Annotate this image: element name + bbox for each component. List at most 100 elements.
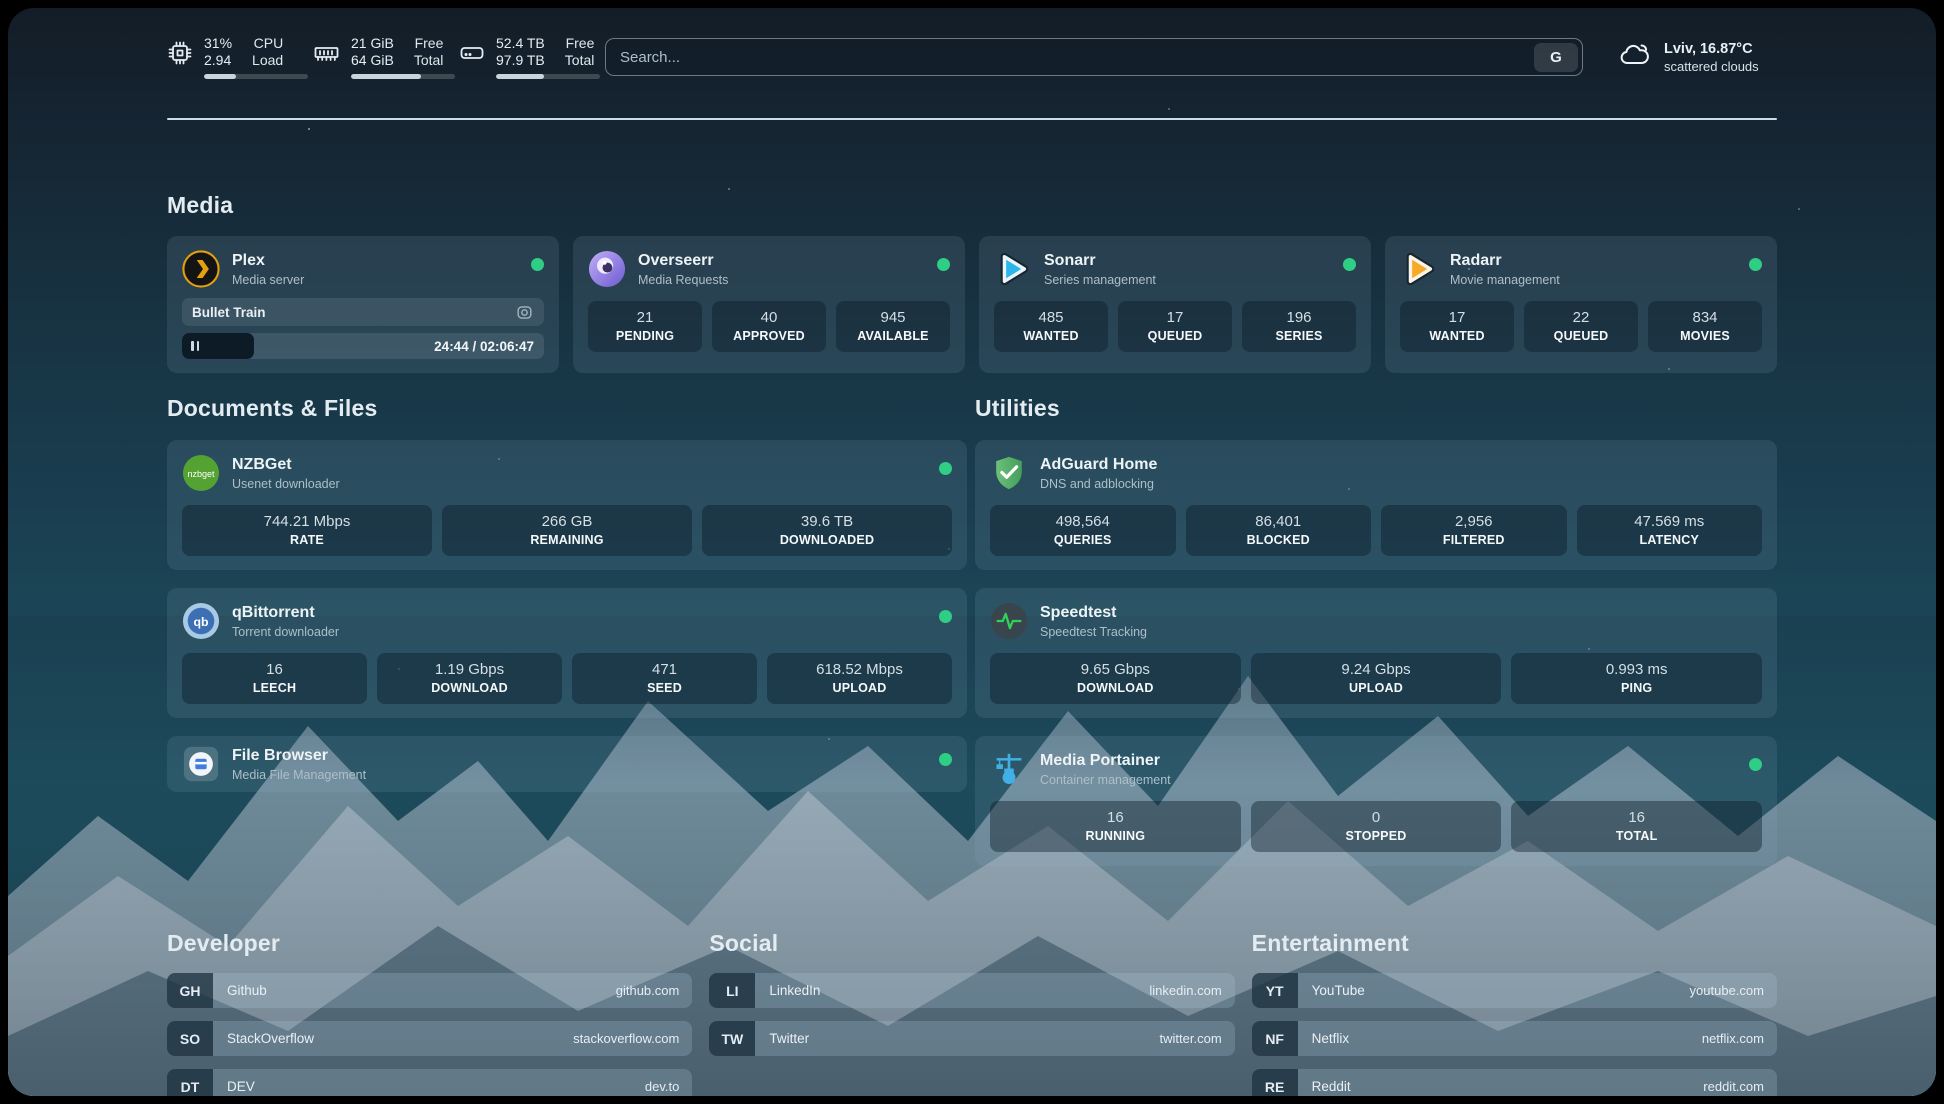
- stat-stopped: 0 STOPPED: [1251, 801, 1502, 852]
- service-title: Media Portainer: [1040, 751, 1737, 771]
- radarr-card[interactable]: Radarr Movie management 17 WANTED 22 QUE…: [1385, 236, 1777, 373]
- stat-download: 1.19 Gbps DOWNLOAD: [377, 653, 562, 704]
- stat-ping: 0.993 ms PING: [1511, 653, 1762, 704]
- service-subtitle: Series management: [1044, 272, 1331, 288]
- stat-rate: 744.21 Mbps RATE: [182, 505, 432, 556]
- status-dot: [1343, 258, 1356, 271]
- bookmark-twitter[interactable]: TW Twitter twitter.com: [709, 1021, 1234, 1056]
- disk-icon: [459, 40, 485, 71]
- topbar-separator: [167, 118, 1777, 120]
- filebrowser-icon: [182, 745, 220, 783]
- weather-widget: Lviv, 16.87°C scattered clouds: [1617, 39, 1777, 76]
- stat-queries: 498,564 QUERIES: [990, 505, 1176, 556]
- stat-filtered: 2,956 FILTERED: [1381, 505, 1567, 556]
- bookmark-domain: twitter.com: [1160, 1031, 1235, 1046]
- memory-total-value: 64 GiB: [351, 52, 394, 69]
- stat-latency: 47.569 ms LATENCY: [1577, 505, 1763, 556]
- stat-seed: 471 SEED: [572, 653, 757, 704]
- weather-location-temp: Lviv, 16.87°C: [1664, 41, 1759, 57]
- stat-upload: 618.52 Mbps UPLOAD: [767, 653, 952, 704]
- sonarr-card[interactable]: Sonarr Series management 485 WANTED 17 Q…: [979, 236, 1371, 373]
- stat-remaining: 266 GB REMAINING: [442, 505, 692, 556]
- cloud-icon: [1617, 39, 1653, 76]
- bookmark-abbr: NF: [1252, 1021, 1298, 1056]
- cpu-widget: 31% 2.94 CPU Load: [167, 35, 313, 79]
- memory-free-label: Free: [414, 35, 444, 52]
- bookmark-name: Twitter: [755, 1031, 1159, 1046]
- memory-widget: 21 GiB 64 GiB Free Total: [313, 35, 459, 79]
- service-title: Sonarr: [1044, 251, 1331, 271]
- search-bar[interactable]: G: [605, 38, 1583, 76]
- media-section-title: Media: [167, 192, 1777, 219]
- adguard-card[interactable]: AdGuard Home DNS and adblocking 498,564 …: [975, 440, 1777, 570]
- stat-available: 945 AVAILABLE: [836, 301, 950, 352]
- stat-wanted: 485 WANTED: [994, 301, 1108, 352]
- bookmark-domain: youtube.com: [1690, 983, 1777, 998]
- service-subtitle: Torrent downloader: [232, 624, 927, 640]
- stat-running: 16 RUNNING: [990, 801, 1241, 852]
- stat-total: 16 TOTAL: [1511, 801, 1762, 852]
- service-subtitle: Media File Management: [232, 767, 927, 783]
- svg-text:nzbget: nzbget: [187, 469, 215, 479]
- weather-condition: scattered clouds: [1664, 59, 1759, 74]
- service-title: qBittorrent: [232, 603, 927, 623]
- bookmark-linkedin[interactable]: LI LinkedIn linkedin.com: [709, 973, 1234, 1008]
- cpu-load-label: Load: [252, 52, 283, 69]
- bookmark-youtube[interactable]: YT YouTube youtube.com: [1252, 973, 1777, 1008]
- developer-section: Developer GH Github github.com SO StackO…: [167, 930, 692, 1096]
- disk-free-value: 52.4 TB: [496, 35, 545, 52]
- bookmark-name: StackOverflow: [213, 1031, 573, 1046]
- bookmark-domain: dev.to: [645, 1079, 692, 1094]
- portainer-card[interactable]: Media Portainer Container management 16 …: [975, 736, 1777, 866]
- service-title: Radarr: [1450, 251, 1737, 271]
- qbittorrent-card[interactable]: qb qBittorrent Torrent downloader 16 LEE…: [167, 588, 967, 718]
- filebrowser-card[interactable]: File Browser Media File Management: [167, 736, 967, 792]
- overseerr-icon: [588, 250, 626, 288]
- service-subtitle: Usenet downloader: [232, 476, 927, 492]
- bookmark-name: Reddit: [1298, 1079, 1704, 1094]
- cpu-load-value: 2.94: [204, 52, 232, 69]
- overseerr-card[interactable]: Overseerr Media Requests 21 PENDING 40 A…: [573, 236, 965, 373]
- documents-section: Documents & Files nzbget NZBGet Usenet d…: [167, 395, 967, 792]
- service-title: AdGuard Home: [1040, 455, 1762, 475]
- status-dot: [937, 258, 950, 271]
- status-dot: [1749, 258, 1762, 271]
- search-provider-button[interactable]: G: [1534, 43, 1578, 72]
- cpu-usage-value: 31%: [204, 35, 232, 52]
- nzbget-icon: nzbget: [182, 454, 220, 492]
- bookmark-netflix[interactable]: NF Netflix netflix.com: [1252, 1021, 1777, 1056]
- search-input[interactable]: [620, 49, 1534, 66]
- memory-progress-bar: [351, 74, 455, 79]
- speedtest-card[interactable]: Speedtest Speedtest Tracking 9.65 Gbps D…: [975, 588, 1777, 718]
- playback-progress-bar: 24:44 / 02:06:47: [182, 333, 544, 359]
- status-dot: [1749, 758, 1762, 771]
- bookmark-stackoverflow[interactable]: SO StackOverflow stackoverflow.com: [167, 1021, 692, 1056]
- plex-card[interactable]: Plex Media server Bullet Train: [167, 236, 559, 373]
- disk-widget: 52.4 TB 97.9 TB Free Total: [459, 35, 605, 79]
- stat-upload: 9.24 Gbps UPLOAD: [1251, 653, 1502, 704]
- status-dot: [531, 258, 544, 271]
- media-section: Media Plex Media server: [167, 192, 1777, 373]
- bookmark-name: Github: [213, 983, 616, 998]
- status-dot: [939, 610, 952, 623]
- bookmark-github[interactable]: GH Github github.com: [167, 973, 692, 1008]
- bookmark-abbr: YT: [1252, 973, 1298, 1008]
- stat-pending: 21 PENDING: [588, 301, 702, 352]
- playback-elapsed: [182, 333, 254, 359]
- bookmark-dev[interactable]: DT DEV dev.to: [167, 1069, 692, 1096]
- service-subtitle: DNS and adblocking: [1040, 476, 1762, 492]
- nzbget-card[interactable]: nzbget NZBGet Usenet downloader 744.21 M…: [167, 440, 967, 570]
- service-subtitle: Speedtest Tracking: [1040, 624, 1762, 640]
- bookmark-abbr: DT: [167, 1069, 213, 1096]
- entertainment-section: Entertainment YT YouTube youtube.com NF …: [1252, 930, 1777, 1096]
- now-playing-title: Bullet Train: [192, 305, 515, 320]
- dashboard-window: 31% 2.94 CPU Load: [8, 8, 1936, 1096]
- bookmark-reddit[interactable]: RE Reddit reddit.com: [1252, 1069, 1777, 1096]
- service-subtitle: Media server: [232, 272, 519, 288]
- stat-leech: 16 LEECH: [182, 653, 367, 704]
- bookmark-name: LinkedIn: [755, 983, 1149, 998]
- stat-downloaded: 39.6 TB DOWNLOADED: [702, 505, 952, 556]
- disk-free-label: Free: [565, 35, 595, 52]
- disk-progress-bar: [496, 74, 600, 79]
- bookmark-abbr: RE: [1252, 1069, 1298, 1096]
